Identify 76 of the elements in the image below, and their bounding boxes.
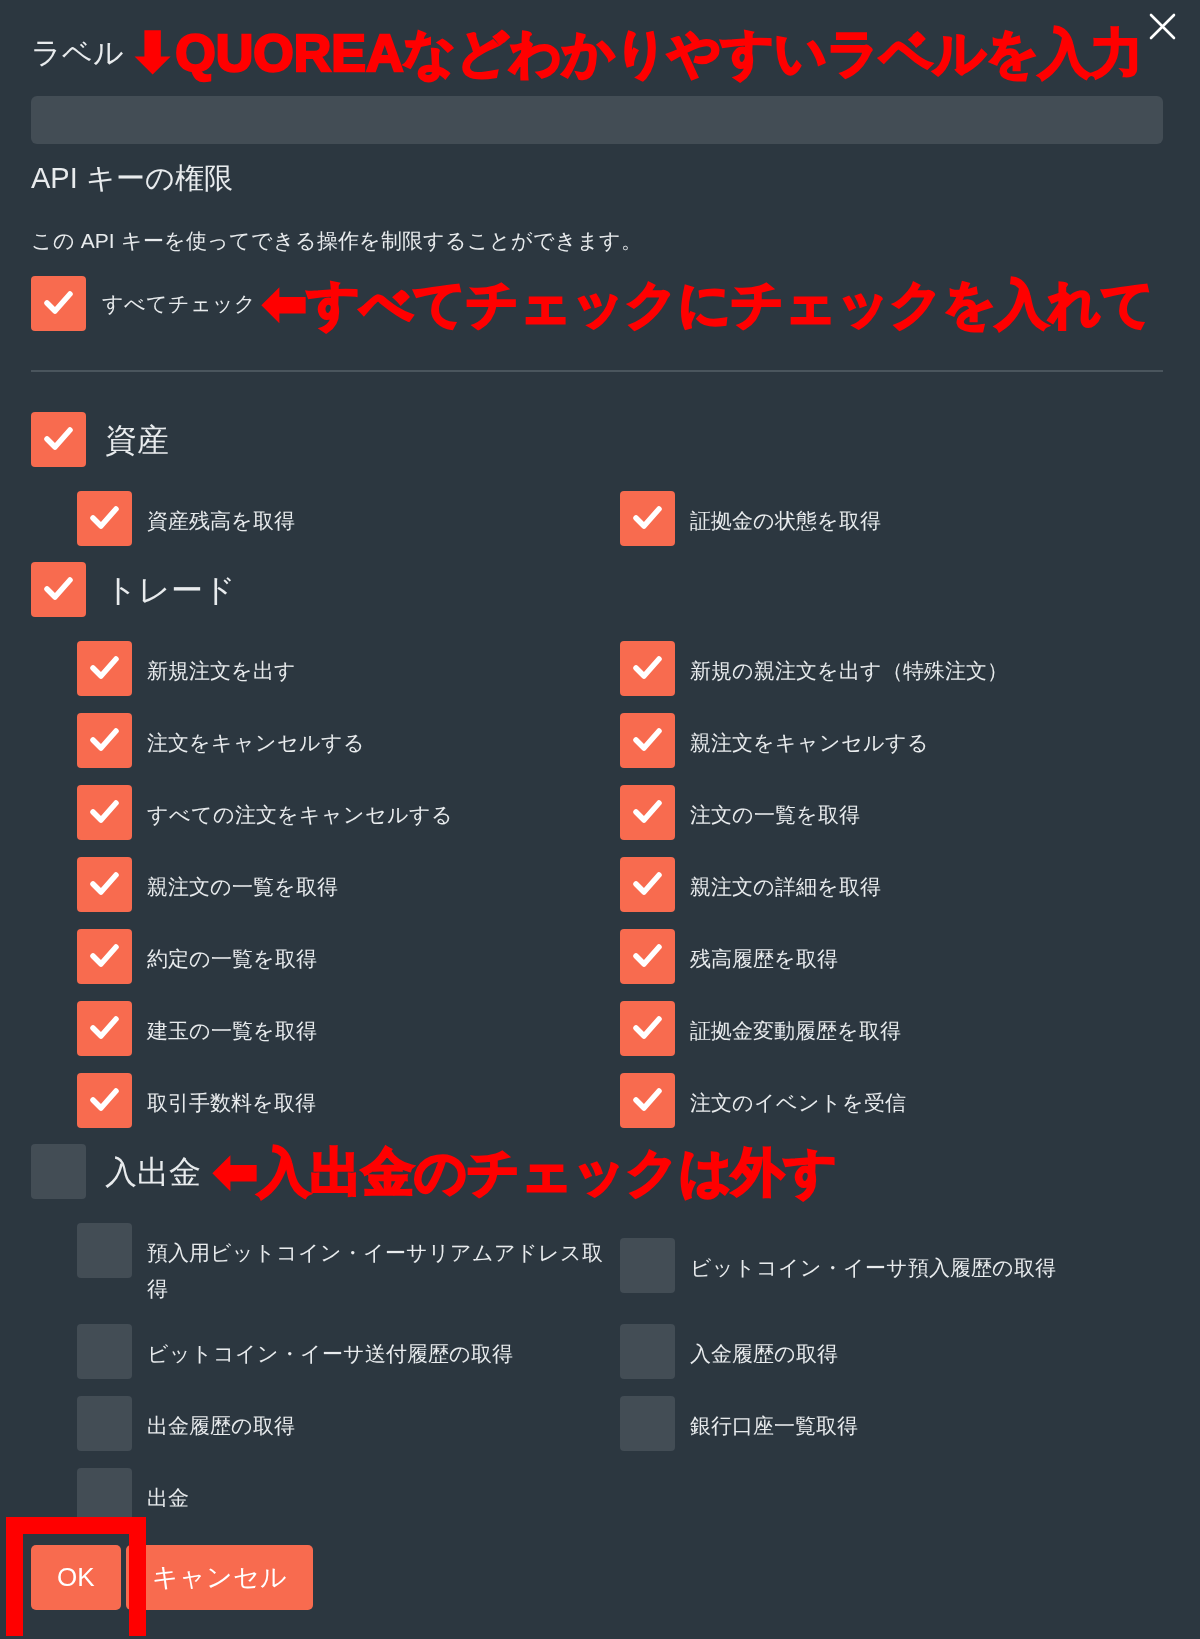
- checkbox[interactable]: [77, 929, 132, 984]
- checkbox-label: 銀行口座一覧取得: [690, 1413, 858, 1439]
- description-text: この API キーを使ってできる操作を制限することができます。: [31, 228, 643, 254]
- checkmark-icon: [90, 872, 119, 895]
- checkbox-label: 入金履歴の取得: [690, 1341, 838, 1367]
- arrow-icon: ⬇: [130, 24, 176, 82]
- checkbox[interactable]: [77, 491, 132, 546]
- checkbox[interactable]: [620, 491, 675, 546]
- checkbox-label: 建玉の一覧を取得: [147, 1018, 317, 1044]
- checkmark-icon: [633, 506, 662, 529]
- checkmark-icon: [90, 1088, 119, 1111]
- annotation-text: すべてチェックにチェックを入れて: [307, 273, 1155, 334]
- checkmark-icon: [633, 1088, 662, 1111]
- checkbox[interactable]: [620, 713, 675, 768]
- checkmark-icon: [90, 944, 119, 967]
- checkbox[interactable]: [620, 857, 675, 912]
- checkmark-icon: [633, 872, 662, 895]
- group-label: 資産: [105, 420, 169, 460]
- checkbox-label: 出金履歴の取得: [147, 1413, 295, 1439]
- checkmark-icon: [633, 944, 662, 967]
- group-label: 入出金: [105, 1152, 201, 1192]
- checkmark-icon: [44, 291, 73, 314]
- checkbox-label: ビットコイン・イーサ送付履歴の取得: [147, 1341, 513, 1367]
- arrow-icon: ⬅: [262, 274, 308, 333]
- dialog-button[interactable]: OK: [31, 1545, 121, 1610]
- field-label: ラベル: [31, 35, 124, 71]
- checkbox[interactable]: [620, 785, 675, 840]
- checkbox-label: 注文のイベントを受信: [690, 1090, 906, 1116]
- checkbox[interactable]: [31, 412, 86, 467]
- checkbox[interactable]: [77, 785, 132, 840]
- checkmark-icon: [633, 1016, 662, 1039]
- checkbox[interactable]: [77, 1073, 132, 1128]
- group-label: トレード: [105, 570, 236, 610]
- checkmark-icon: [633, 728, 662, 751]
- checkbox-label: 証拠金変動履歴を取得: [690, 1018, 901, 1044]
- checkbox[interactable]: [620, 1073, 675, 1128]
- checkmark-icon: [633, 656, 662, 679]
- checkbox[interactable]: [77, 641, 132, 696]
- checkmark-icon: [90, 656, 119, 679]
- checkbox-label: 親注文の一覧を取得: [147, 874, 338, 900]
- checkbox-label: すべての注文をキャンセルする: [147, 802, 453, 828]
- checkbox[interactable]: [620, 1001, 675, 1056]
- checkbox-label: 預入用ビットコイン・イーサリアムアドレス取得: [147, 1240, 604, 1302]
- annotation-text: 入出金のチェックは外す: [258, 1141, 838, 1202]
- checkbox[interactable]: [77, 1001, 132, 1056]
- checkbox-label: ビットコイン・イーサ預入履歴の取得: [690, 1254, 1056, 1281]
- checkbox-label: 残高履歴を取得: [690, 946, 838, 972]
- close-icon[interactable]: [1149, 13, 1176, 40]
- checkmark-icon: [90, 1016, 119, 1039]
- checkbox-label: 親注文をキャンセルする: [690, 730, 929, 756]
- checkbox-label: 出金: [147, 1485, 189, 1511]
- checkbox-label: 資産残高を取得: [147, 508, 295, 534]
- checkmark-icon: [90, 800, 119, 823]
- checkbox[interactable]: [77, 857, 132, 912]
- checkmark-icon: [90, 728, 119, 751]
- checkbox[interactable]: [31, 562, 86, 617]
- checkbox-label: 新規注文を出す: [147, 658, 296, 684]
- checkbox-label: 新規の親注文を出す（特殊注文）: [690, 658, 1008, 684]
- dialog-button[interactable]: キャンセル: [125, 1545, 313, 1610]
- checkbox[interactable]: [31, 276, 86, 331]
- checkbox-label: 取引手数料を取得: [147, 1090, 316, 1116]
- checkmark-icon: [44, 427, 73, 450]
- checkmark-icon: [90, 506, 119, 529]
- checkbox-label: 親注文の詳細を取得: [690, 874, 881, 900]
- checkbox-label: 注文の一覧を取得: [690, 802, 860, 828]
- section-title: API キーの権限: [31, 161, 234, 196]
- checkbox[interactable]: [77, 713, 132, 768]
- checkbox-label: 証拠金の状態を取得: [690, 508, 881, 534]
- checkbox-label: すべてチェック: [102, 290, 256, 317]
- checkbox-label: 約定の一覧を取得: [147, 946, 317, 972]
- annotation-text: QUOREAなどわかりやすいラベルを入力: [175, 23, 1144, 83]
- checkbox[interactable]: [620, 641, 675, 696]
- checkmark-icon: [633, 800, 662, 823]
- checkbox-label: 注文をキャンセルする: [147, 730, 365, 756]
- checkbox[interactable]: [620, 929, 675, 984]
- checkmark-icon: [44, 577, 73, 600]
